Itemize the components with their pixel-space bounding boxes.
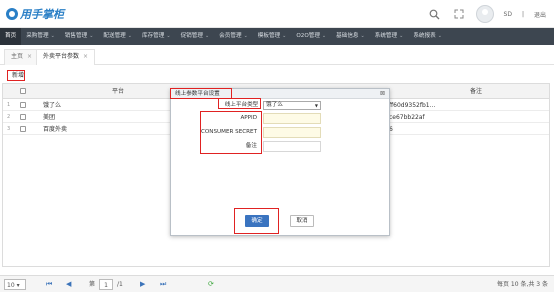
highlight-box [7,70,25,81]
nav-item-label: 首页 [5,33,17,39]
nav-item-inventory[interactable]: 库存管理 ⌄ [137,28,176,45]
app-logo[interactable]: 用手掌柜 [6,6,64,22]
nav-item-sales[interactable]: 销售管理 ⌄ [60,28,99,45]
highlight-box [200,111,262,154]
chevron-down-icon: ⌄ [321,33,327,39]
page-size-value: 10 [7,282,15,289]
nav-item-home[interactable]: 首页 [0,28,22,45]
row-checkbox[interactable] [20,114,26,120]
code-cell: ff60d9352fb1... [389,102,436,109]
nav-item-basic-info[interactable]: 基础信息 ⌄ [331,28,370,45]
pager: 10 ▾ ⏮ ◀ 第 1 /1 ▶ ⏭ ⟳ 每页 10 条,共 3 条 [0,275,554,292]
code-cell: ce67bb22af [389,114,425,121]
row-number: 1 [7,102,11,108]
row-checkbox[interactable] [20,102,26,108]
chevron-down-icon: ▼ [314,103,318,108]
platform-cell: 饿了么 [43,102,62,109]
platform-type-value: 饿了么 [266,102,283,108]
fullscreen-icon[interactable] [452,7,466,21]
chevron-down-icon: ⌄ [50,33,55,39]
nav-item-reports[interactable]: 系统报表 ⌄ [408,28,447,45]
highlight-box [218,98,261,109]
main-nav: 首页 采购管理 ⌄ 销售管理 ⌄ 配送管理 ⌄ 库存管理 ⌄ 促销管理 ⌄ 会员管理 ⌄ 模… [0,28,554,45]
page-label: 第 [89,281,96,288]
logo-text: 用手掌柜 [20,8,64,21]
chevron-down-icon: ⌄ [243,33,248,39]
nav-item-member[interactable]: 会员管理 ⌄ [214,28,253,45]
close-icon[interactable]: ⊠ [380,89,385,99]
nav-item-label: 采购管理 [26,33,49,39]
column-header-remark[interactable]: 备注 [403,84,549,99]
nav-item-label: 促销管理 [180,33,203,39]
nav-item-delivery[interactable]: 配送管理 ⌄ [98,28,137,45]
prev-page-icon[interactable]: ◀ [66,279,71,290]
user-name[interactable]: SD [504,11,512,18]
search-icon[interactable] [428,7,442,21]
total-pages: /1 [117,281,123,288]
tab-label: 主页 [11,53,24,60]
first-page-icon[interactable]: ⏮ [46,279,52,290]
nav-item-label: 系统管理 [374,33,398,39]
chevron-down-icon: ⌄ [127,33,132,39]
nav-item-label: 会员管理 [219,33,242,39]
row-number: 2 [7,114,11,120]
top-bar: 用手掌柜 SD | 退出 [0,0,554,28]
chevron-down-icon: ⌄ [166,33,171,39]
nav-item-label: 销售管理 [64,33,88,39]
platform-type-select[interactable]: 饿了么 ▼ [263,101,321,110]
logout-link[interactable]: 退出 [534,10,546,19]
platform-cell: 美团 [43,114,56,121]
chevron-down-icon: ⌄ [399,33,404,39]
refresh-icon[interactable]: ⟳ [208,279,214,290]
nav-item-label: O2O管理 [296,33,320,39]
platform-cell: 百度外卖 [43,126,68,133]
toolbar: 新增 [0,65,554,83]
last-page-icon[interactable]: ⏭ [160,279,166,290]
user-separator: | [521,10,524,18]
tab-bar: 主页 × 外卖平台参数 × [0,45,554,65]
pager-summary: 每页 10 条,共 3 条 [497,281,548,288]
tab-home[interactable]: 主页 × [4,49,40,65]
chevron-down-icon: ⌄ [360,33,365,39]
remark-input[interactable] [263,141,321,152]
nav-item-purchase[interactable]: 采购管理 ⌄ [21,28,60,45]
select-all-checkbox[interactable] [20,88,26,94]
nav-item-label: 库存管理 [141,33,165,39]
nav-item-promotion[interactable]: 促销管理 ⌄ [176,28,215,45]
tab-label: 外卖平台参数 [43,53,80,60]
nav-item-o2o[interactable]: O2O管理 ⌄ [291,28,331,45]
avatar[interactable] [475,5,494,23]
chevron-down-icon: ▾ [16,282,20,289]
nav-item-label: 系统报表 [413,33,436,39]
row-number: 3 [7,126,11,132]
chevron-down-icon: ⌄ [282,33,287,39]
page-size-select[interactable]: 10 ▾ [4,279,26,290]
nav-item-label: 配送管理 [103,33,126,39]
appid-input[interactable] [263,113,321,124]
top-right-controls: SD | 退出 [428,4,546,24]
chevron-down-icon: ⌄ [89,33,94,39]
chevron-down-icon: ⌄ [437,33,442,39]
nav-item-template[interactable]: 模板管理 ⌄ [253,28,292,45]
close-icon[interactable]: × [83,53,88,60]
tab-platform-params[interactable]: 外卖平台参数 × [36,49,96,65]
nav-item-label: 基础信息 [336,33,359,39]
cancel-button[interactable]: 取消 [290,215,314,227]
next-page-icon[interactable]: ▶ [140,279,145,290]
chevron-down-icon: ⌄ [204,33,210,39]
row-checkbox[interactable] [20,126,26,132]
nav-item-system[interactable]: 系统管理 ⌄ [370,28,409,45]
nav-item-label: 模板管理 [257,33,281,39]
close-icon[interactable]: × [27,53,32,60]
consumer-secret-input[interactable] [263,127,321,138]
logo-icon [6,8,18,20]
highlight-box [234,208,279,234]
page-input[interactable]: 1 [99,279,113,290]
